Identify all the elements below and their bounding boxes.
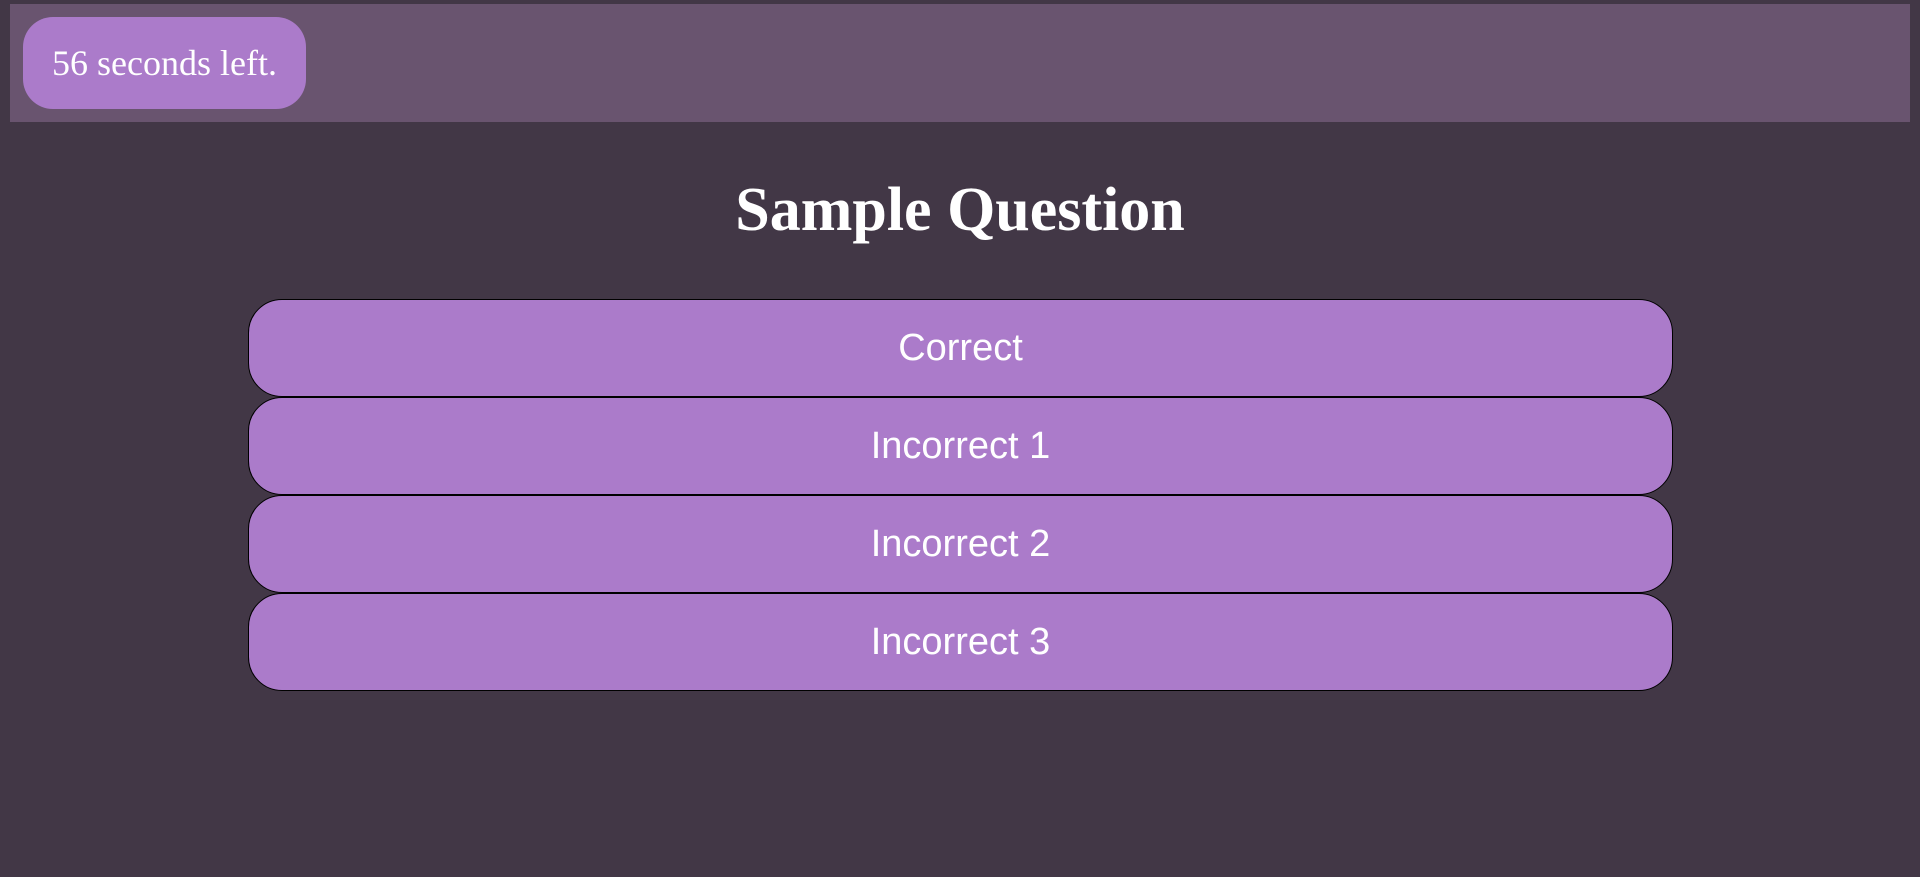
- answer-list: Correct Incorrect 1 Incorrect 2 Incorrec…: [248, 299, 1673, 691]
- answer-button-incorrect-3[interactable]: Incorrect 3: [248, 593, 1673, 691]
- timer-badge: 56 seconds left.: [23, 17, 306, 109]
- question-title: Sample Question: [735, 176, 1185, 244]
- answer-button-incorrect-2[interactable]: Incorrect 2: [248, 495, 1673, 593]
- answer-button-correct[interactable]: Correct: [248, 299, 1673, 397]
- top-bar: 56 seconds left.: [10, 4, 1910, 122]
- answer-button-incorrect-1[interactable]: Incorrect 1: [248, 397, 1673, 495]
